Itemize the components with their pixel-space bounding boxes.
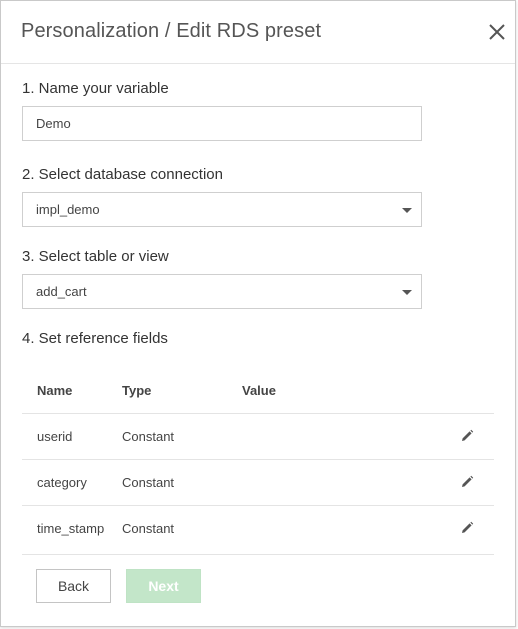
table-view-select[interactable]: add_cart: [22, 274, 422, 309]
row-divider: [22, 413, 494, 414]
step-1-label: 1. Name your variable: [22, 80, 169, 97]
pencil-icon[interactable]: [460, 429, 474, 443]
row-3-name: time_stamp: [37, 521, 105, 536]
next-button[interactable]: Next: [126, 569, 201, 603]
row-divider: [22, 505, 494, 506]
caret-down-icon: [402, 290, 412, 295]
column-header-type: Type: [122, 383, 152, 398]
row-2-type: Constant: [122, 475, 175, 490]
column-header-name: Name: [37, 383, 73, 398]
caret-down-icon: [402, 208, 412, 213]
database-connection-value: impl_demo: [36, 202, 100, 217]
row-1-type: Constant: [122, 429, 175, 444]
table-view-value: add_cart: [36, 284, 87, 299]
close-icon[interactable]: [486, 21, 508, 43]
edit-rds-preset-dialog: Personalization / Edit RDS preset 1. Nam…: [0, 0, 516, 627]
pencil-icon[interactable]: [460, 521, 474, 535]
dialog-header: Personalization / Edit RDS preset: [1, 1, 515, 64]
step-2-label: 2. Select database connection: [22, 166, 223, 183]
row-2-name: category: [37, 475, 87, 490]
database-connection-select[interactable]: impl_demo: [22, 192, 422, 227]
row-1-name: userid: [37, 429, 73, 444]
row-divider: [22, 459, 494, 460]
row-divider: [22, 554, 494, 555]
column-header-value: Value: [242, 383, 276, 398]
dialog-title: Personalization / Edit RDS preset: [21, 20, 322, 42]
back-button[interactable]: Back: [36, 569, 111, 603]
pencil-icon[interactable]: [460, 475, 474, 489]
row-3-type: Constant: [122, 521, 175, 536]
step-4-label: 4. Set reference fields: [22, 330, 168, 347]
step-3-label: 3. Select table or view: [22, 248, 169, 265]
variable-name-input[interactable]: [22, 106, 422, 141]
